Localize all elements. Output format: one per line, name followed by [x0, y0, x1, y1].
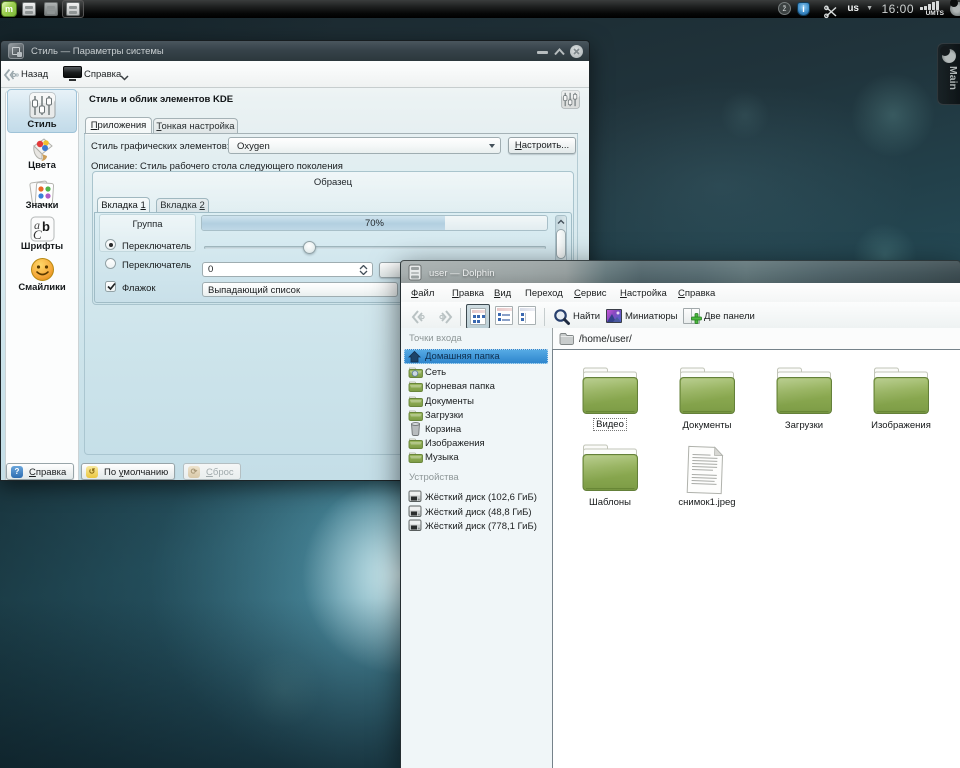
svg-text:b: b	[42, 219, 50, 234]
svg-text:Main: Main	[947, 66, 959, 90]
svg-text:C: C	[33, 227, 42, 242]
